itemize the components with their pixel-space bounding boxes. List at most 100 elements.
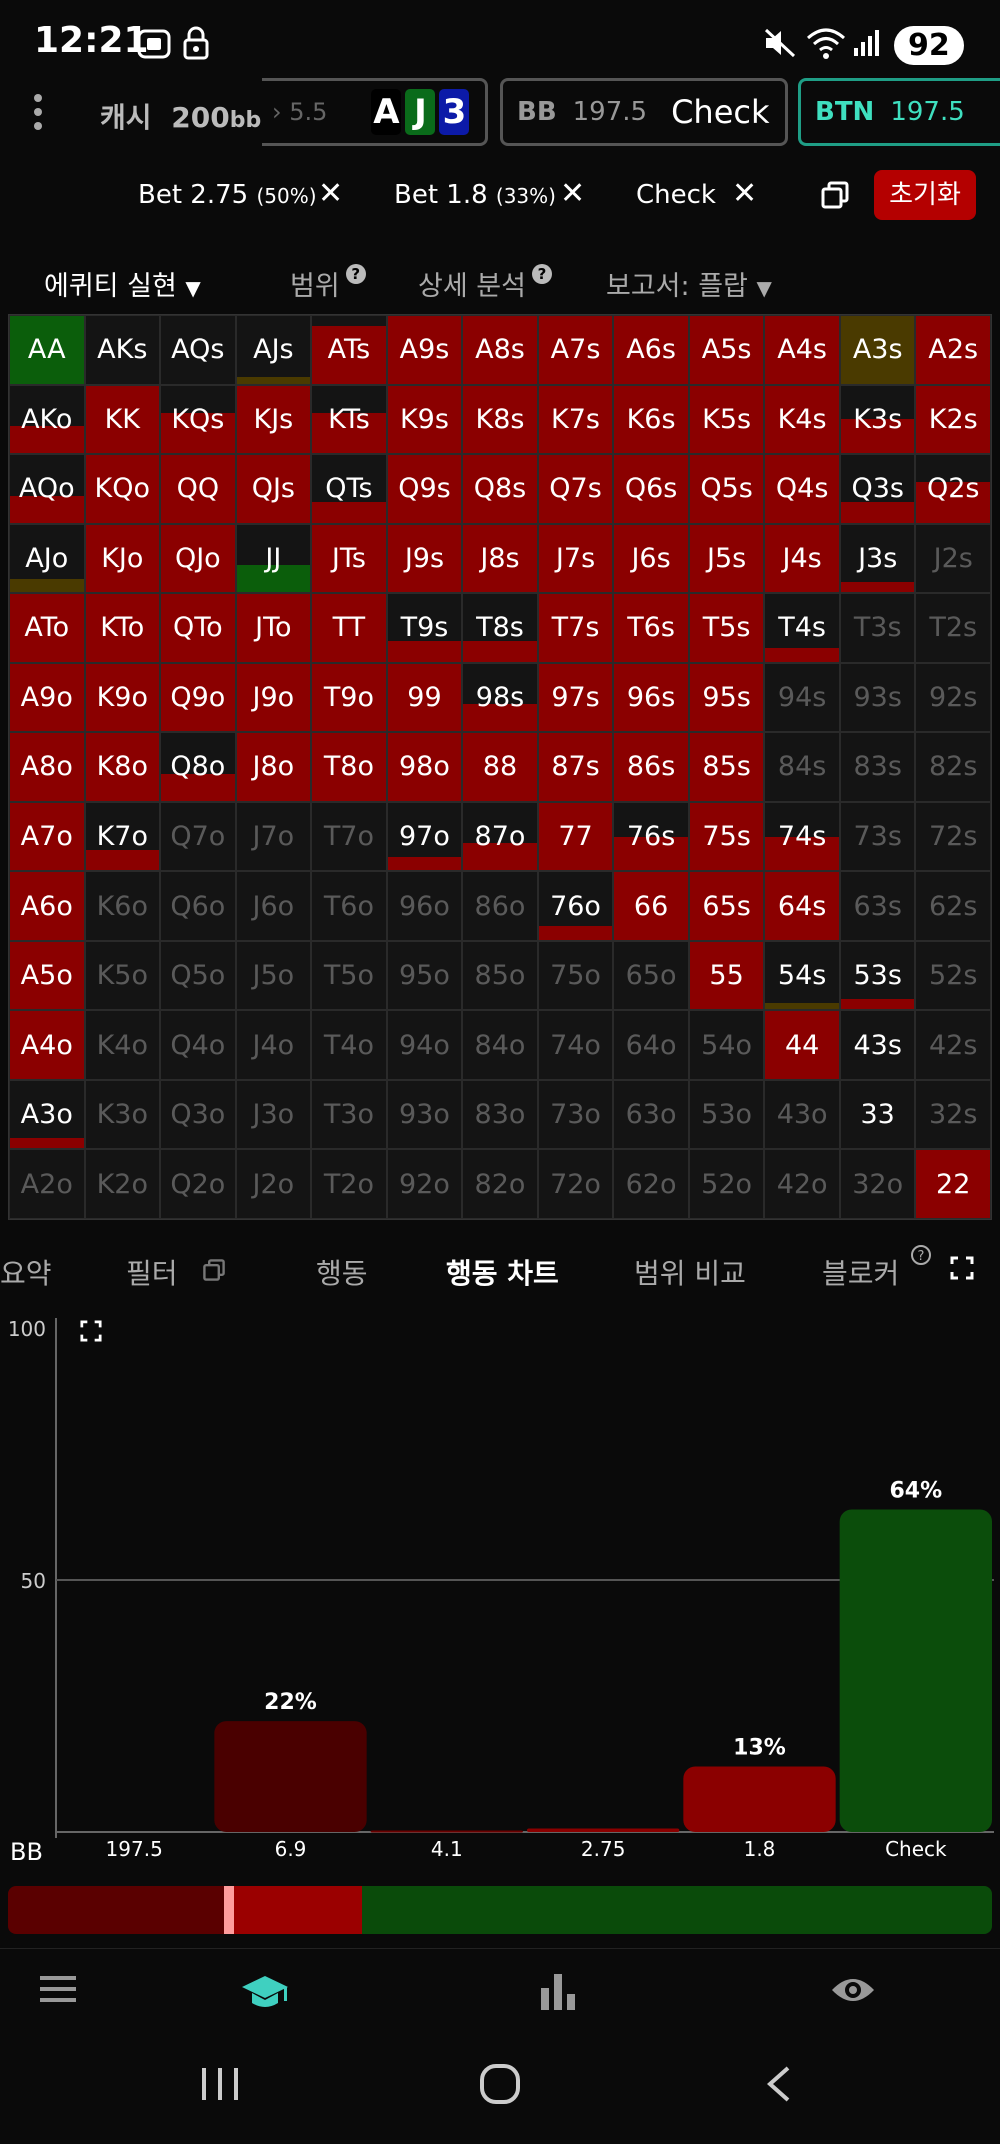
hand-cell[interactable]: T4o [311, 1010, 387, 1080]
hand-cell[interactable]: Q5o [160, 940, 236, 1011]
hand-cell[interactable]: T5s [688, 593, 765, 663]
hand-cell[interactable]: J6o [235, 871, 312, 941]
hand-cell[interactable]: T5o [311, 940, 387, 1011]
hand-cell[interactable]: 32s [915, 1079, 991, 1150]
hand-cell[interactable]: AJs [235, 315, 312, 385]
hand-cell[interactable]: TT [311, 593, 387, 663]
hand-cell[interactable]: 54o [688, 1010, 765, 1080]
hand-cell[interactable]: Q3s [839, 454, 916, 524]
tab-range-compare[interactable]: 범위 비교 [634, 1252, 746, 1292]
hand-cell[interactable]: Q7s [537, 454, 614, 524]
hand-cell[interactable]: A3o [9, 1079, 85, 1150]
hand-cell[interactable]: K8o [84, 732, 161, 802]
hand-cell[interactable]: 73s [839, 801, 916, 872]
hand-cell[interactable]: J4s [764, 523, 840, 594]
hand-cell[interactable]: 43s [839, 1010, 916, 1080]
tab-report[interactable]: 보고서: 플랍 ▼ [606, 264, 772, 303]
hand-cell[interactable]: J8s [462, 523, 538, 594]
hand-cell[interactable]: T8o [311, 732, 387, 802]
hand-cell[interactable]: A5s [688, 315, 765, 385]
hand-cell[interactable]: K4o [84, 1010, 161, 1080]
hand-cell[interactable]: A2s [915, 315, 991, 385]
recents-icon[interactable] [198, 2064, 242, 2108]
hand-cell[interactable]: 32o [839, 1149, 916, 1219]
hand-cell[interactable]: 82o [462, 1149, 538, 1219]
hand-cell[interactable]: 52s [915, 940, 991, 1011]
hand-cell[interactable]: 77 [537, 801, 614, 872]
help-icon[interactable]: ? [345, 264, 366, 284]
hand-cell[interactable]: 84s [764, 732, 840, 802]
hand-cell[interactable]: Q8o [160, 732, 236, 802]
hand-cell[interactable]: A8s [462, 315, 538, 385]
hand-cell[interactable]: JTo [235, 593, 312, 663]
hand-cell[interactable]: Q6o [160, 871, 236, 941]
hand-cell[interactable]: AJo [9, 523, 85, 594]
hand-cell[interactable]: 72s [915, 801, 991, 872]
hand-cell[interactable]: 92s [915, 662, 991, 733]
hand-cell[interactable]: AQs [160, 315, 236, 385]
hand-cell[interactable]: QQ [160, 454, 236, 524]
hand-cell[interactable]: K9o [84, 662, 161, 733]
hand-cell[interactable]: 74o [537, 1010, 614, 1080]
hand-cell[interactable]: T6o [311, 871, 387, 941]
hand-cell[interactable]: J3s [839, 523, 916, 594]
hand-cell[interactable]: 53s [839, 940, 916, 1011]
tab-summary[interactable]: 요약 [0, 1252, 52, 1292]
close-icon[interactable]: ✕ [560, 176, 585, 211]
hand-cell[interactable]: Q8s [462, 454, 538, 524]
hand-cell[interactable]: T6s [613, 593, 689, 663]
hand-cell[interactable]: Q3o [160, 1079, 236, 1150]
hand-cell[interactable]: ATs [311, 315, 387, 385]
hand-cell[interactable]: J9o [235, 662, 312, 733]
hand-cell[interactable]: A4s [764, 315, 840, 385]
hand-cell[interactable]: K7s [537, 384, 614, 455]
back-icon[interactable] [764, 2064, 794, 2108]
stats-icon[interactable] [538, 1972, 578, 2016]
hand-cell[interactable]: T8s [462, 593, 538, 663]
hand-cell[interactable]: J3o [235, 1079, 312, 1150]
view-icon[interactable] [830, 1972, 876, 2012]
menu-icon[interactable] [38, 1972, 78, 2010]
home-icon[interactable] [478, 2062, 522, 2110]
tab-filter[interactable]: 필터 [126, 1252, 178, 1292]
hand-cell[interactable]: KTs [311, 384, 387, 455]
hand-cell[interactable]: 52o [688, 1149, 765, 1219]
hand-cell[interactable]: 53o [688, 1079, 765, 1150]
help-icon[interactable]: ? [531, 264, 552, 284]
bb-position-box[interactable]: BB 197.5 Check [500, 78, 788, 146]
hand-cell[interactable]: 83s [839, 732, 916, 802]
hand-cell[interactable]: QJs [235, 454, 312, 524]
tab-action-chart[interactable]: 행동 차트 [446, 1252, 559, 1292]
expand-icon[interactable] [80, 1320, 102, 1346]
tab-equity[interactable]: 에퀴티 실현 ▼ [44, 264, 201, 303]
hand-cell[interactable]: KJs [235, 384, 312, 455]
reset-button[interactable]: 초기화 [874, 170, 976, 220]
hand-cell[interactable]: 42o [764, 1149, 840, 1219]
hand-cell[interactable]: 85o [462, 940, 538, 1011]
hand-cell[interactable]: T7o [311, 801, 387, 872]
hand-cell[interactable]: 87o [462, 801, 538, 872]
hand-cell[interactable]: A4o [9, 1010, 85, 1080]
hand-cell[interactable]: J6s [613, 523, 689, 594]
hand-cell[interactable]: 92o [386, 1149, 463, 1219]
hand-cell[interactable]: J9s [386, 523, 463, 594]
hand-cell[interactable]: Q2s [915, 454, 991, 524]
hand-cell[interactable]: 22 [915, 1149, 991, 1219]
copy-icon[interactable] [202, 1258, 226, 1286]
hand-cell[interactable]: K3o [84, 1079, 161, 1150]
hand-cell[interactable]: T9s [386, 593, 463, 663]
hand-cell[interactable]: AQo [9, 454, 85, 524]
hand-cell[interactable]: 96s [613, 662, 689, 733]
hand-cell[interactable]: K6s [613, 384, 689, 455]
hand-cell[interactable]: AA [9, 315, 85, 385]
hand-cell[interactable]: 64o [613, 1010, 689, 1080]
hand-cell[interactable]: JJ [235, 523, 312, 594]
hand-cell[interactable]: A9o [9, 662, 85, 733]
hand-cell[interactable]: 65s [688, 871, 765, 941]
tab-detail[interactable]: 상세 분석? [418, 264, 552, 303]
copy-icon[interactable] [820, 180, 850, 214]
hand-cell[interactable]: A2o [9, 1149, 85, 1219]
hand-cell[interactable]: 93o [386, 1079, 463, 1150]
hand-cell[interactable]: KJo [84, 523, 161, 594]
hand-cell[interactable]: J7s [537, 523, 614, 594]
